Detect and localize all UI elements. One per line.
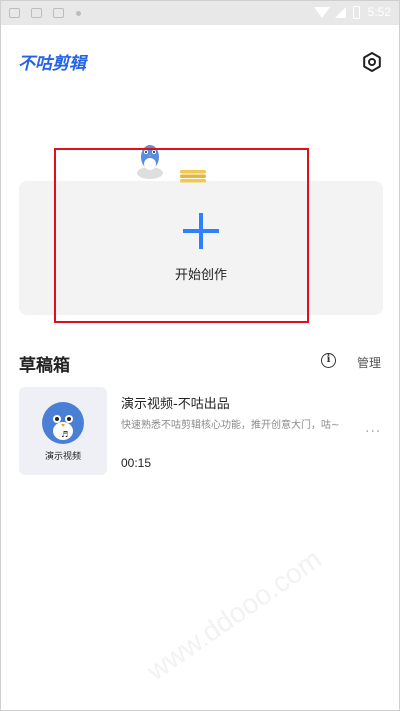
wifi-icon xyxy=(314,7,330,18)
draft-duration: 00:15 xyxy=(121,456,152,470)
manage-button[interactable]: 管理 xyxy=(357,354,381,371)
status-bar: 5:52 xyxy=(1,1,399,25)
thumbnail-label: 演示视频 xyxy=(44,452,81,462)
highlight-frame xyxy=(54,148,309,323)
svg-text:♬: ♬ xyxy=(61,430,68,439)
gear-icon[interactable] xyxy=(361,51,383,73)
more-options-button[interactable]: ··· xyxy=(365,424,381,440)
draft-description: 快速熟悉不咕剪辑核心功能，推开创意大门，咕~ xyxy=(121,420,340,431)
battery-icon xyxy=(353,6,360,19)
draft-title[interactable]: 演示视频-不咕出品 xyxy=(121,393,230,412)
notification-dot-icon xyxy=(76,11,81,16)
signal-icon xyxy=(335,7,346,18)
drafts-title: 草稿箱 xyxy=(19,356,70,376)
info-icon[interactable]: i xyxy=(321,353,336,368)
draft-thumbnail[interactable]: ♬ 演示视频 xyxy=(19,387,107,475)
status-time: 5:52 xyxy=(367,5,391,19)
app-screen: 5:52 不咕剪辑 www.ddooo.com www.ddooo.com 开始… xyxy=(0,0,400,711)
app-logo: 不咕剪辑 xyxy=(18,54,86,74)
notification-icon xyxy=(9,8,20,18)
pigeon-avatar-icon: ♬ xyxy=(42,402,84,444)
notification-icon xyxy=(53,8,64,18)
watermark: www.ddooo.com xyxy=(141,543,328,687)
notification-icon xyxy=(31,8,42,18)
